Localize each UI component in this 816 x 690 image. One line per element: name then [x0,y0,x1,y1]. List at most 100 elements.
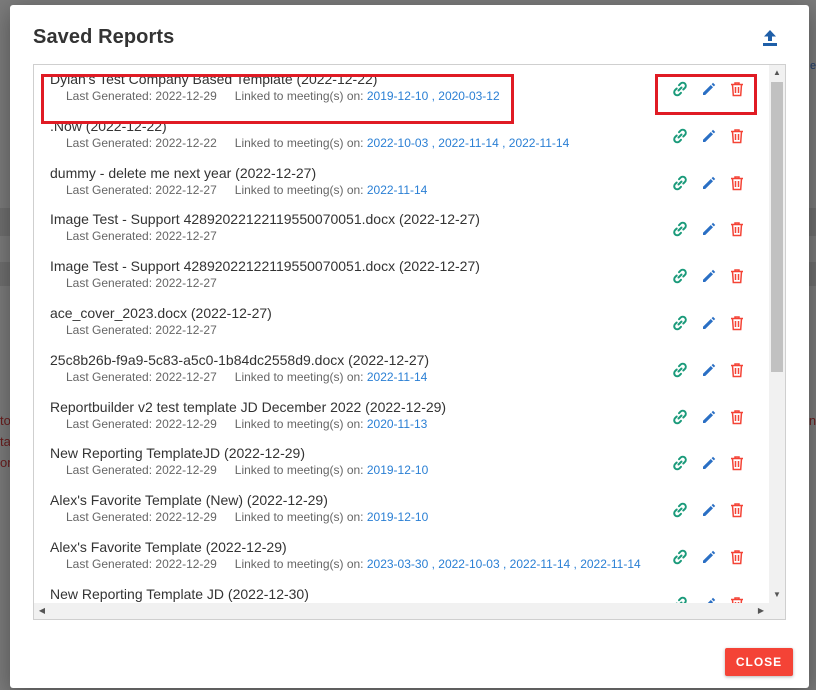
scroll-right-arrow-icon[interactable]: ▶ [753,603,769,619]
report-title[interactable]: 25c8b26b-f9a9-5c83-a5c0-1b84dc2558d9.doc… [50,352,429,368]
scroll-up-arrow-icon[interactable]: ▲ [769,65,785,81]
report-title[interactable]: Alex's Favorite Template (New) (2022-12-… [50,492,328,508]
meeting-separator: , [428,135,439,150]
pencil-icon[interactable] [700,127,718,145]
link-icon[interactable] [671,454,689,472]
pencil-icon [703,410,716,423]
link-icon[interactable] [671,80,689,98]
report-row[interactable]: Alex's Favorite Template (2022-12-29) Las… [34,535,769,582]
link-icon[interactable] [671,548,689,566]
pencil-icon[interactable] [700,501,718,519]
pencil-icon[interactable] [700,361,718,379]
pencil-icon[interactable] [700,174,718,192]
trash-icon[interactable] [728,408,746,426]
report-title[interactable]: Alex's Favorite Template (2022-12-29) [50,539,287,555]
trash-icon [731,175,743,190]
saved-reports-dialog: Saved Reports Dylan's Test Company Based… [10,5,809,688]
last-generated-date: 2022-12-22 [155,135,217,150]
meeting-separator: , [499,557,510,571]
pencil-icon[interactable] [700,314,718,332]
pencil-icon[interactable] [700,80,718,98]
trash-icon[interactable] [728,501,746,519]
pencil-icon [703,363,716,376]
link-icon[interactable] [671,267,689,285]
meeting-date-link[interactable]: 2023-03-30 [367,557,428,571]
trash-icon[interactable] [728,454,746,472]
report-title[interactable]: ace_cover_2023.docx (2022-12-27) [50,305,272,321]
report-title[interactable]: Reportbuilder v2 test template JD Decemb… [50,399,446,415]
report-title[interactable]: Dylan's Test Company Based Template (202… [50,71,377,87]
link-icon[interactable] [671,314,689,332]
link-icon[interactable] [671,361,689,379]
report-row[interactable]: dummy - delete me next year (2022-12-27)… [34,161,769,208]
meeting-date-link[interactable]: 2022-11-14 [438,136,499,150]
pencil-icon[interactable] [700,548,718,566]
report-row[interactable]: New Reporting TemplateJD (2022-12-29) Las… [34,441,769,488]
meeting-date-link[interactable]: 2020-03-12 [438,89,499,103]
vertical-scrollbar[interactable]: ▲ ▼ [769,65,785,619]
report-row[interactable]: Dylan's Test Company Based Template (202… [34,67,769,114]
report-row[interactable]: ace_cover_2023.docx (2022-12-27) Last Gen… [34,301,769,348]
meeting-date-link[interactable]: 2019-12-10 [367,510,428,524]
meeting-date-link[interactable]: 2020-11-13 [367,417,428,431]
pencil-icon[interactable] [700,220,718,238]
meeting-date-link[interactable]: 2022-11-14 [367,370,428,384]
link-icon[interactable] [671,174,689,192]
linked-meetings-label: Linked to meeting(s) on: [234,463,367,478]
trash-icon[interactable] [728,127,746,145]
pencil-icon [703,269,716,283]
pencil-icon[interactable] [700,408,718,426]
reports-list: Dylan's Test Company Based Template (202… [33,64,786,620]
link-icon[interactable] [671,220,689,238]
report-title[interactable]: New Reporting Template JD (2022-12-30) [50,586,309,602]
trash-icon [731,363,743,378]
trash-icon[interactable] [728,361,746,379]
linked-meetings-label: Linked to meeting(s) on: [234,182,367,197]
report-row[interactable]: Reportbuilder v2 test template JD Decemb… [34,395,769,442]
report-row[interactable]: .Now (2022-12-22) Last Generated: 2022-12… [34,114,769,161]
meeting-date-link[interactable]: 2022-11-14 [509,136,570,150]
meeting-date-link[interactable]: 2019-12-10 [367,463,428,477]
report-title[interactable]: Image Test - Support 4289202212211955007… [50,211,480,227]
last-generated-date: 2022-12-27 [155,182,217,197]
close-button[interactable]: CLOSE [725,648,793,676]
scroll-left-arrow-icon[interactable]: ◀ [34,603,50,619]
report-title[interactable]: .Now (2022-12-22) [50,118,167,134]
report-row[interactable]: Image Test - Support 4289202212211955007… [34,254,769,301]
meeting-separator: , [498,135,509,150]
trash-icon[interactable] [728,314,746,332]
meeting-date-link[interactable]: 2022-10-03 [438,557,499,571]
meeting-date-link[interactable]: 2022-11-14 [367,183,428,197]
horizontal-scrollbar[interactable]: ◀ ▶ [34,603,769,619]
meeting-date-link[interactable]: 2022-11-14 [510,557,571,571]
report-row[interactable]: 25c8b26b-f9a9-5c83-a5c0-1b84dc2558d9.doc… [34,348,769,395]
meeting-date-link[interactable]: 2022-11-14 [580,557,641,571]
scroll-thumb[interactable] [771,82,783,372]
report-meta: Last Generated: 2022-12-29 Linked to meet… [66,417,427,431]
trash-icon [731,129,743,144]
report-title[interactable]: Image Test - Support 4289202212211955007… [50,258,480,274]
pencil-icon[interactable] [700,454,718,472]
scroll-corner [769,603,785,619]
last-generated-label: Last Generated: [66,229,156,244]
trash-icon[interactable] [728,548,746,566]
dialog-title: Saved Reports [33,26,175,48]
report-title[interactable]: dummy - delete me next year (2022-12-27) [50,165,316,181]
trash-icon[interactable] [728,80,746,98]
meeting-date-link[interactable]: 2022-10-03 [367,136,428,150]
report-row[interactable]: Image Test - Support 4289202212211955007… [34,207,769,254]
meeting-date-link[interactable]: 2019-12-10 [367,89,428,103]
report-row[interactable]: Alex's Favorite Template (New) (2022-12-… [34,488,769,535]
link-icon[interactable] [671,408,689,426]
report-title[interactable]: New Reporting TemplateJD (2022-12-29) [50,445,305,461]
pencil-icon[interactable] [700,267,718,285]
scroll-down-arrow-icon[interactable]: ▼ [769,587,785,603]
trash-icon[interactable] [728,220,746,238]
trash-icon[interactable] [728,267,746,285]
upload-icon[interactable] [759,27,781,49]
report-meta: Last Generated: 2022-12-27 [66,276,217,290]
link-icon[interactable] [671,127,689,145]
link-icon[interactable] [671,501,689,519]
trash-icon[interactable] [728,174,746,192]
link-icon [673,268,687,284]
